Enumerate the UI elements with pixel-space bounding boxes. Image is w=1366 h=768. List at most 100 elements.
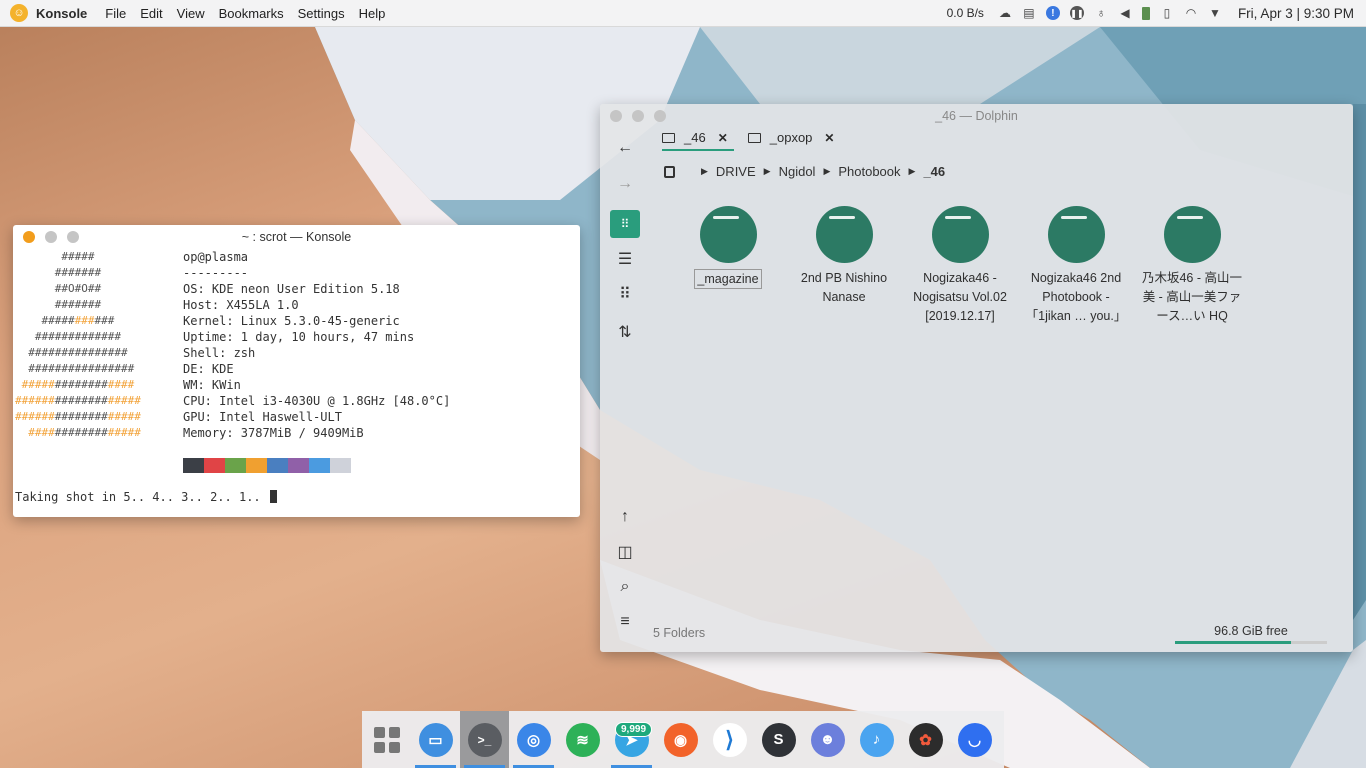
color-swatch	[204, 458, 225, 473]
menu-help[interactable]: Help	[359, 6, 386, 21]
clipboard-icon[interactable]: ▤	[1022, 6, 1036, 20]
mail-icon[interactable]: ◡	[950, 711, 999, 768]
chevron-right-icon[interactable]: ▶	[701, 166, 708, 177]
konsole-app-icon[interactable]: ☺	[10, 4, 28, 22]
clock[interactable]: Fri, Apr 3 | 9:30 PM	[1238, 6, 1354, 21]
discord-icon[interactable]: ☻	[803, 711, 852, 768]
menu-file[interactable]: File	[105, 6, 126, 21]
tab-opxop[interactable]: _opxop ✕	[747, 130, 841, 151]
breadcrumb-current[interactable]: _46	[923, 164, 945, 179]
up-arrow-icon[interactable]: ↑	[610, 503, 640, 531]
dolphin-icon[interactable]: ▭	[411, 711, 460, 768]
icons-view-icon[interactable]: ⠿	[610, 210, 640, 238]
ascii-logo-line: ###################	[15, 394, 141, 407]
details-view-icon[interactable]: ☰	[610, 245, 640, 273]
folder-icon	[1163, 206, 1221, 263]
network-speed[interactable]: 0.0 B/s	[947, 6, 984, 20]
info-line: Shell: zsh	[183, 346, 256, 360]
music-icon[interactable]: ♪	[852, 711, 901, 768]
info-line: Host: X455LA 1.0	[183, 298, 299, 312]
folder-grid: _magazine 2nd PB Nishino Nanase Nogizaka…	[670, 206, 1250, 326]
wifi-icon[interactable]: ◠	[1184, 6, 1198, 20]
ascii-logo-line: #######	[15, 298, 102, 311]
volume-icon[interactable]: ◀	[1118, 6, 1132, 20]
terminal-prompt[interactable]: Taking shot in 5.. 4.. 3.. 2.. 1..	[15, 490, 277, 504]
close-tab-icon[interactable]: ✕	[824, 131, 834, 145]
info-line: Memory: 3787MiB / 9409MiB	[183, 426, 364, 440]
sort-icon[interactable]: ⇅	[610, 318, 640, 346]
folder-label: Nogizaka46 2nd Photobook - 「1jikan … you…	[1025, 271, 1127, 323]
free-space-label[interactable]: 96.8 GiB free	[1175, 624, 1327, 638]
back-arrow-icon[interactable]: ←	[610, 134, 640, 162]
breadcrumb-photobook[interactable]: Photobook	[838, 164, 900, 179]
notification-badge: 9,999	[615, 722, 653, 737]
info-line: WM: KWin	[183, 378, 241, 392]
neofetch-info: op@plasma --------- OS: KDE neon User Edit…	[183, 249, 450, 441]
folder-item[interactable]: _magazine	[670, 206, 786, 326]
menu-settings[interactable]: Settings	[298, 6, 345, 21]
drive-icon[interactable]	[664, 165, 675, 178]
figma-icon[interactable]: ✿	[901, 711, 950, 768]
cloud-icon[interactable]: ☁	[998, 6, 1012, 20]
folder-icon	[699, 206, 757, 263]
info-line: OS: KDE neon User Edition 5.18	[183, 282, 400, 296]
ascii-logo-line: #######	[15, 266, 102, 279]
app-grid-icon[interactable]	[362, 711, 411, 768]
info-line: CPU: Intel i3-4030U @ 1.8GHz [48.0°C]	[183, 394, 451, 408]
menu-edit[interactable]: Edit	[140, 6, 162, 21]
tab-label: _opxop	[769, 130, 813, 145]
search-icon[interactable]: ⌕	[610, 573, 640, 601]
media-pause-icon[interactable]: ❚❚	[1069, 6, 1084, 20]
chromium-icon[interactable]: ◎	[509, 711, 558, 768]
chevron-right-icon[interactable]: ▶	[823, 166, 830, 177]
bulb-icon[interactable]: ♁	[1094, 6, 1108, 20]
window-title: _46 — Dolphin	[935, 109, 1018, 123]
ascii-logo-line: ##O#O##	[15, 282, 102, 295]
konsole-icon[interactable]: >_	[460, 711, 509, 768]
vscode-icon[interactable]: ⟩	[705, 711, 754, 768]
ascii-logo: ##### ####### ##O#O## ####### ##########…	[15, 249, 141, 441]
color-palette	[183, 458, 351, 473]
color-swatch	[225, 458, 246, 473]
free-space-bar	[1175, 641, 1327, 644]
info-line: ---------	[183, 266, 249, 280]
firefox-icon[interactable]: ◉	[656, 711, 705, 768]
breadcrumb-ngidol[interactable]: Ngidol	[779, 164, 816, 179]
notification-icon[interactable]: !	[1045, 6, 1060, 20]
breadcrumb-drive[interactable]: DRIVE	[716, 164, 756, 179]
simplenote-icon[interactable]: S	[754, 711, 803, 768]
ascii-logo-line: ###########	[15, 314, 115, 327]
forward-arrow-icon[interactable]: →	[610, 170, 640, 198]
menu-bookmarks[interactable]: Bookmarks	[219, 6, 284, 21]
prompt-text: Taking shot in 5.. 4.. 3.. 2.. 1..	[15, 490, 261, 504]
info-line: op@plasma	[183, 250, 249, 264]
ascii-logo-line: #####	[15, 250, 95, 263]
split-view-icon[interactable]: ◫	[610, 538, 640, 566]
active-app-name[interactable]: Konsole	[36, 6, 87, 21]
close-tab-icon[interactable]: ✕	[718, 131, 728, 145]
folder-icon	[1047, 206, 1105, 263]
chevron-right-icon[interactable]: ▶	[909, 166, 916, 177]
menu-view[interactable]: View	[177, 6, 205, 21]
folder-icon	[662, 132, 675, 143]
folder-item[interactable]: Nogizaka46 2nd Photobook - 「1jikan … you…	[1018, 206, 1134, 326]
color-swatch	[288, 458, 309, 473]
info-line: Kernel: Linux 5.3.0-45-generic	[183, 314, 400, 328]
hamburger-menu-icon[interactable]: ≡	[610, 608, 640, 636]
ascii-logo-line: #############	[15, 330, 121, 343]
dock: ▭ >_ ◎ ≋ ➤ 9,999 ◉ ⟩ S ☻ ♪ ✿ ◡	[362, 711, 1004, 768]
folder-item[interactable]: 2nd PB Nishino Nanase	[786, 206, 902, 326]
tab-bar: _46 ✕ _opxop ✕	[662, 130, 854, 151]
spotify-icon[interactable]: ≋	[558, 711, 607, 768]
battery-icon[interactable]	[1141, 6, 1150, 20]
folder-item[interactable]: Nogizaka46 - Nogisatsu Vol.02 [2019.12.1…	[902, 206, 1018, 326]
tab-46[interactable]: _46 ✕	[662, 130, 734, 151]
telegram-icon[interactable]: ➤ 9,999	[607, 711, 656, 768]
folder-item[interactable]: 乃木坂46 - 高山一美 - 高山一美ファース…い HQ	[1134, 206, 1250, 326]
compact-view-icon[interactable]: ⠿	[610, 280, 640, 308]
color-swatch	[246, 458, 267, 473]
text-cursor	[269, 490, 277, 503]
chevron-right-icon[interactable]: ▶	[764, 166, 771, 177]
phone-icon[interactable]: ▯	[1160, 6, 1174, 20]
expand-tray-icon[interactable]: ▼	[1208, 6, 1222, 20]
